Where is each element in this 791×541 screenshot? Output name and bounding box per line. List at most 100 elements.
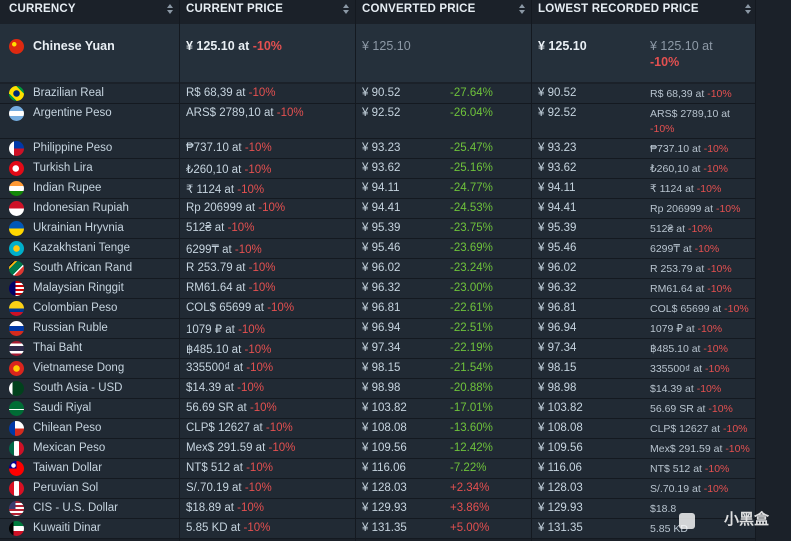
converted-percent: -7.22% bbox=[450, 462, 487, 474]
table-row: Peruvian Sol S/.70.19 at -10% ¥ 128.03 +2.3… bbox=[0, 479, 755, 498]
lowest-price: ¥ 95.46 bbox=[538, 242, 577, 254]
flag-tw-icon bbox=[9, 461, 24, 476]
converted-percent: -23.00% bbox=[450, 282, 493, 294]
converted-price: ¥ 131.35 bbox=[362, 522, 407, 534]
flag-mx-icon bbox=[9, 441, 24, 456]
lowest-price: ¥ 92.52 bbox=[538, 107, 577, 119]
currency-name: Chinese Yuan bbox=[33, 39, 115, 53]
lowest-price: ¥ 131.35 bbox=[538, 522, 583, 534]
table-row: Turkish Lira ₺260,10 at -10% ¥ 93.62 -25.16… bbox=[0, 159, 755, 178]
lowest-price: ¥ 95.39 bbox=[538, 222, 577, 234]
flag-ph-icon bbox=[9, 141, 24, 156]
lowest-price: ¥ 128.03 bbox=[538, 482, 583, 494]
converted-percent: +5.00% bbox=[450, 522, 490, 534]
converted-percent: -23.69% bbox=[450, 242, 493, 254]
lowest-price-at: R$ 68,39 at -10% bbox=[650, 88, 732, 100]
lowest-price: ¥ 109.56 bbox=[538, 442, 583, 454]
current-price: ARS$ 2789,10 at -10% bbox=[186, 107, 304, 119]
current-price: S/.70.19 at -10% bbox=[186, 482, 272, 494]
current-price: ₹ 1124 at -10% bbox=[186, 184, 265, 196]
currency-name: Mexican Peso bbox=[33, 442, 106, 454]
converted-percent: -27.64% bbox=[450, 87, 493, 99]
lowest-price-discount: -10% bbox=[650, 123, 675, 135]
currency-name: Indian Rupee bbox=[33, 182, 102, 194]
flag-ua-icon bbox=[9, 221, 24, 236]
lowest-price: ¥ 98.15 bbox=[538, 362, 577, 374]
converted-price: ¥ 93.23 bbox=[362, 142, 401, 154]
currency-name: Chilean Peso bbox=[33, 422, 102, 434]
current-price: 5.85 KD at -10% bbox=[186, 522, 271, 534]
lowest-price-at: Mex$ 291.59 at -10% bbox=[650, 443, 750, 455]
currency-name: South Asia - USD bbox=[33, 382, 123, 394]
lowest-price-at: ฿485.10 at -10% bbox=[650, 343, 728, 355]
currency-name: Peruvian Sol bbox=[33, 482, 99, 494]
lowest-price: ¥ 97.34 bbox=[538, 342, 577, 354]
current-price: R 253.79 at -10% bbox=[186, 262, 276, 274]
current-price: CLP$ 12627 at -10% bbox=[186, 422, 293, 434]
converted-price: ¥ 96.94 bbox=[362, 322, 401, 334]
converted-percent: -26.04% bbox=[450, 107, 493, 119]
flag-ar-icon bbox=[9, 106, 24, 121]
flag-pe-icon bbox=[9, 481, 24, 496]
flag-kw-icon bbox=[9, 521, 24, 536]
currency-name: Thai Baht bbox=[33, 342, 83, 354]
current-price: 335500₫ at -10% bbox=[186, 362, 274, 374]
sort-current-price-icon[interactable] bbox=[342, 4, 350, 16]
flag-sa-icon bbox=[9, 401, 24, 416]
table-row: Kazakhstani Tenge 6299₸ at -10% ¥ 95.46 -23… bbox=[0, 239, 755, 258]
header-currency[interactable]: CURRENCY bbox=[9, 3, 76, 15]
header-lowest-recorded-price[interactable]: LOWEST RECORDED PRICE bbox=[538, 3, 699, 15]
flag-za-icon bbox=[9, 261, 24, 276]
current-price: 512₴ at -10% bbox=[186, 222, 255, 234]
converted-price: ¥ 103.82 bbox=[362, 402, 407, 414]
table-row: Colombian Peso COL$ 65699 at -10% ¥ 96.81 -… bbox=[0, 299, 755, 318]
lowest-price-at: ¥ 125.10 at bbox=[650, 39, 713, 53]
table-row: Saudi Riyal 56.69 SR at -10% ¥ 103.82 -17.0… bbox=[0, 399, 755, 418]
converted-percent: -24.53% bbox=[450, 202, 493, 214]
lowest-price: ¥ 108.08 bbox=[538, 422, 583, 434]
flag-br-icon bbox=[9, 86, 24, 101]
table-row: Kuwaiti Dinar 5.85 KD at -10% ¥ 131.35 +5.0… bbox=[0, 519, 755, 538]
flag-vn-icon bbox=[9, 361, 24, 376]
table-row: Taiwan Dollar NT$ 512 at -10% ¥ 116.06 -7.2… bbox=[0, 459, 755, 478]
converted-percent: -12.42% bbox=[450, 442, 493, 454]
lowest-price: ¥ 94.11 bbox=[538, 182, 576, 194]
lowest-price: ¥ 93.62 bbox=[538, 162, 577, 174]
current-price: R$ 68,39 at -10% bbox=[186, 87, 276, 99]
flag-id-icon bbox=[9, 201, 24, 216]
converted-price: ¥ 93.62 bbox=[362, 162, 401, 174]
currency-name: CIS - U.S. Dollar bbox=[33, 502, 118, 514]
currency-name: Taiwan Dollar bbox=[33, 462, 103, 474]
flag-in-icon bbox=[9, 181, 24, 196]
converted-price: ¥ 128.03 bbox=[362, 482, 407, 494]
converted-price: ¥ 109.56 bbox=[362, 442, 407, 454]
lowest-price-at: ₺260,10 at -10% bbox=[650, 163, 728, 175]
flag-th-icon bbox=[9, 341, 24, 356]
sort-currency-icon[interactable] bbox=[166, 4, 174, 16]
currency-name: Malaysian Ringgit bbox=[33, 282, 124, 294]
converted-percent: -22.61% bbox=[450, 302, 493, 314]
table-row: South Asia - USD $14.39 at -10% ¥ 98.98 -20… bbox=[0, 379, 755, 398]
converted-price: ¥ 95.46 bbox=[362, 242, 401, 254]
currency-name: Ukrainian Hryvnia bbox=[33, 222, 124, 234]
table-row: Mexican Peso Mex$ 291.59 at -10% ¥ 109.56 -… bbox=[0, 439, 755, 458]
lowest-price: ¥ 129.93 bbox=[538, 502, 583, 514]
lowest-price-at: Rp 206999 at -10% bbox=[650, 203, 741, 215]
currency-name: Argentine Peso bbox=[33, 107, 112, 119]
current-price: NT$ 512 at -10% bbox=[186, 462, 273, 474]
header-current-price[interactable]: CURRENT PRICE bbox=[186, 3, 283, 15]
sort-lowest-price-icon[interactable] bbox=[744, 4, 752, 16]
lowest-price: ¥ 96.94 bbox=[538, 322, 577, 334]
lowest-price-at: S/.70.19 at -10% bbox=[650, 483, 729, 495]
header-converted-price[interactable]: CONVERTED PRICE bbox=[362, 3, 476, 15]
converted-percent: +2.34% bbox=[450, 482, 490, 494]
lowest-price: ¥ 98.98 bbox=[538, 382, 577, 394]
flag-ru-icon bbox=[9, 321, 24, 336]
converted-price: ¥ 129.93 bbox=[362, 502, 407, 514]
price-comparison-table: CURRENCY CURRENT PRICE CONVERTED PRICE L… bbox=[0, 0, 791, 541]
table-row: Malaysian Ringgit RM61.64 at -10% ¥ 96.32 -… bbox=[0, 279, 755, 298]
current-price: ¥ 125.10 at -10% bbox=[186, 39, 282, 53]
currency-name: Indonesian Rupiah bbox=[33, 202, 129, 214]
flag-cn-icon bbox=[9, 39, 24, 54]
sort-converted-price-icon[interactable] bbox=[518, 4, 526, 16]
